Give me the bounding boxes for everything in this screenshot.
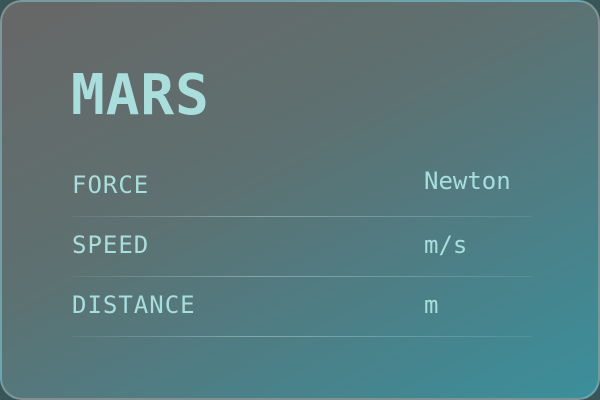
distance-label: DISTANCE <box>72 291 196 319</box>
distance-row: DISTANCE m <box>72 277 532 337</box>
units-list: FORCE Newton SPEED m/s DISTANCE m <box>72 157 532 337</box>
planet-card: MARS FORCE Newton SPEED m/s DISTANCE m <box>0 0 600 400</box>
speed-row: SPEED m/s <box>72 217 532 277</box>
force-row: FORCE Newton <box>72 157 532 217</box>
force-unit: Newton <box>424 167 511 195</box>
force-label: FORCE <box>72 171 150 199</box>
distance-unit: m <box>424 291 439 319</box>
row-divider <box>72 336 532 337</box>
planet-title: MARS <box>71 63 210 128</box>
speed-unit: m/s <box>424 231 468 259</box>
speed-label: SPEED <box>72 231 150 259</box>
